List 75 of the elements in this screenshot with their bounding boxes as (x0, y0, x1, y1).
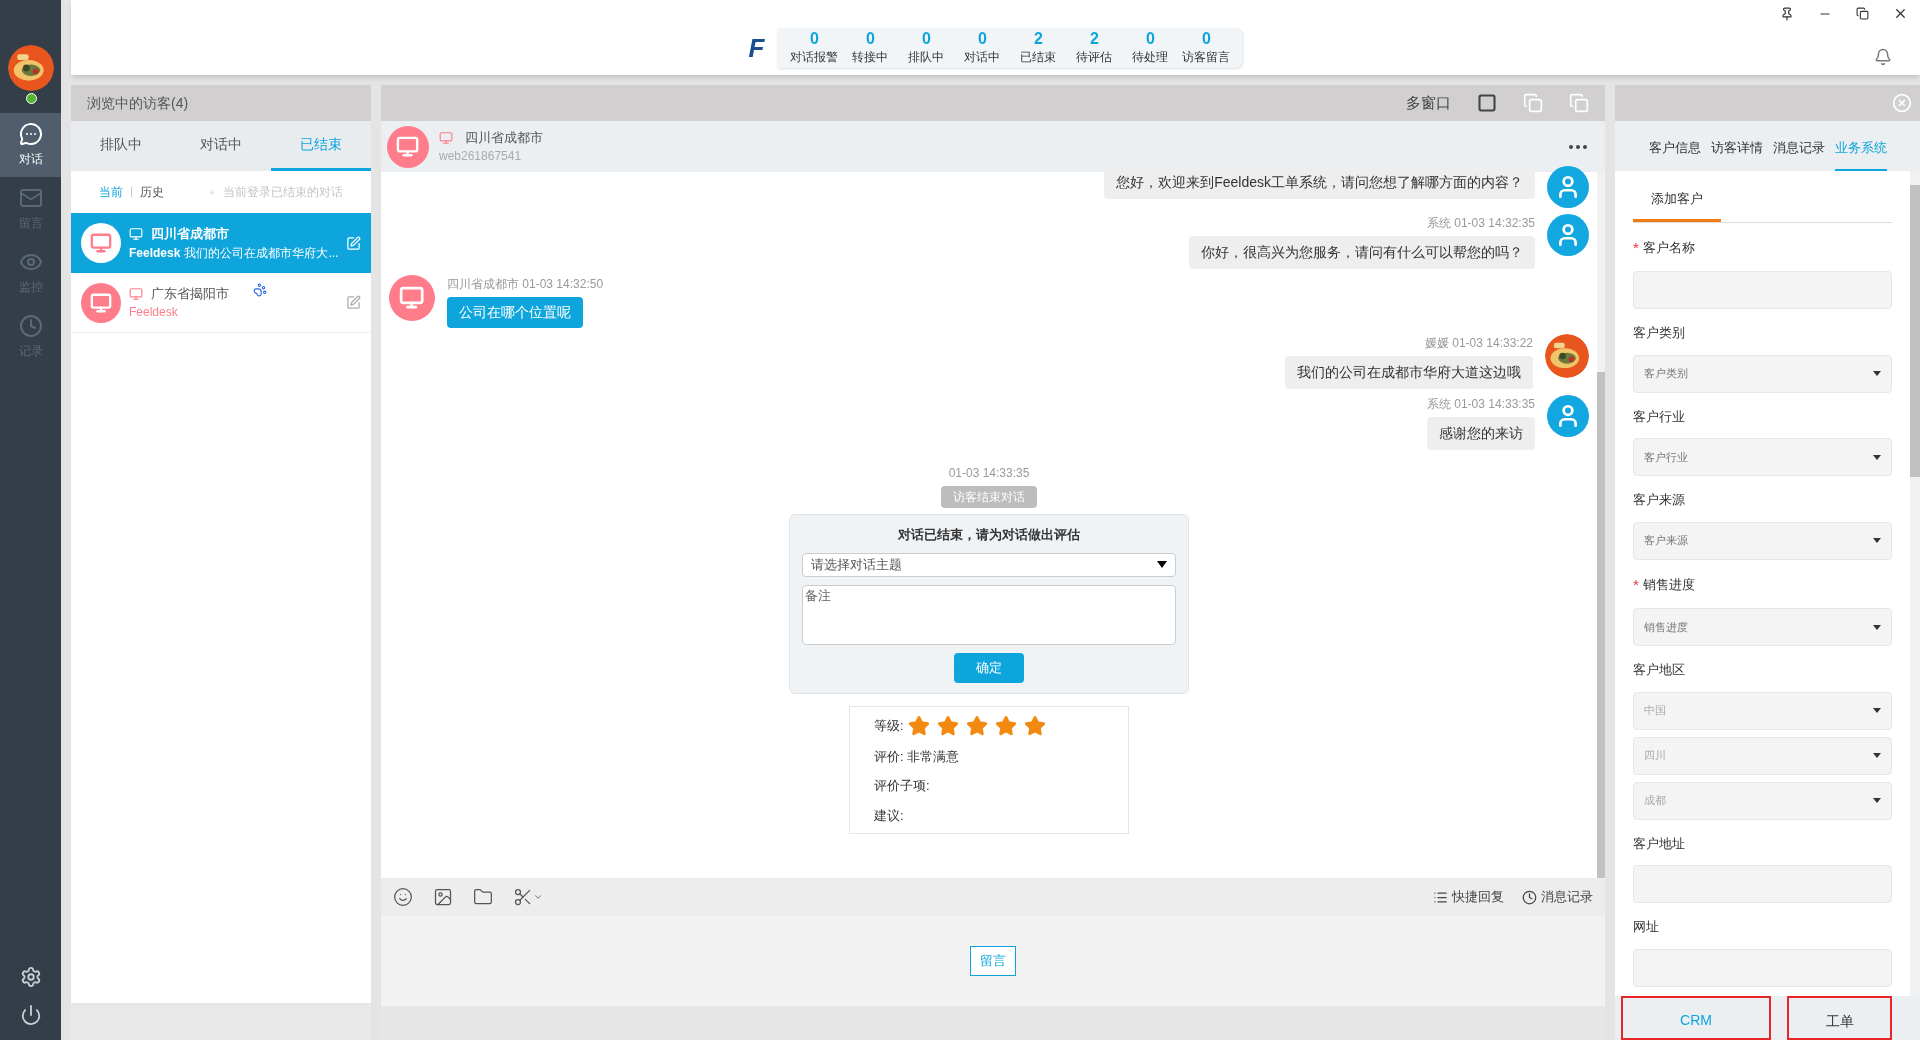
visitor-location: 四川省成都市 (465, 128, 543, 147)
visitor-source: Feeldesk (129, 244, 181, 262)
message-bubble: 你好，很高兴为您服务，请问有什么可以帮您的吗？ (1189, 236, 1535, 269)
field-label: 客户地区 (1633, 661, 1685, 679)
field-label: 客户行业 (1633, 407, 1685, 426)
stat-value: 2 (1034, 30, 1043, 48)
field-label: 销售进度 (1642, 576, 1695, 594)
visitor-item[interactable]: 四川省成都市 Feeldesk 我们的公司在成都市华府大... (71, 213, 371, 273)
field-label: 客户地址 (1633, 834, 1685, 853)
field-label: 网址 (1633, 918, 1659, 936)
logo: F (748, 31, 765, 65)
tab[interactable]: 客户信息 (1648, 137, 1701, 171)
tab[interactable]: 访客详情 (1710, 137, 1763, 171)
stat-value: 0 (866, 30, 875, 48)
stat-label: 转接中 (852, 49, 889, 66)
field-label: 客户来源 (1633, 491, 1685, 509)
visitor-location: 四川省成都市 (151, 225, 229, 244)
stat-label: 排队中 (908, 49, 945, 66)
visitor-preview: 我们的公司在成都市华府大... (184, 244, 339, 262)
note-field[interactable]: 备注 (802, 584, 1176, 645)
filter-link[interactable]: 当前 (99, 183, 123, 201)
confirm-button[interactable]: 确定 (954, 652, 1024, 683)
toolbar-link[interactable]: 消息记录 (1522, 887, 1593, 907)
select-field[interactable]: 销售进度 (1633, 608, 1892, 646)
evaluation-title: 对话已结束，请为对话做出评估 (898, 526, 1080, 544)
select-field[interactable]: 客户类别 (1633, 354, 1892, 393)
message-time: 01-03 14:33:35 (948, 465, 1030, 482)
stat-value: 0 (1202, 30, 1211, 48)
tab[interactable]: 消息记录 (1772, 137, 1825, 171)
bottom-tab[interactable]: 工单 (1787, 996, 1892, 1040)
subtab[interactable]: 添加客户 (1633, 179, 1721, 222)
field-label: 客户类别 (1633, 324, 1685, 342)
panel-title: 浏览中的访客(4) (87, 93, 189, 113)
required-mark: * (1633, 237, 1639, 258)
select-field[interactable]: 客户行业 (1633, 438, 1892, 476)
multi-window-label: 多窗口 (1406, 92, 1451, 113)
stat-value: 2 (1090, 30, 1099, 48)
message-meta: 系统 01-03 14:32:35 (1426, 215, 1535, 232)
visitor-id: web261867541 (439, 148, 523, 166)
stat-value: 0 (810, 30, 819, 48)
nav-item[interactable]: 对话 (0, 113, 61, 177)
message-bubble: 感谢您的来访 (1427, 417, 1535, 450)
tab[interactable]: 对话中 (171, 121, 271, 171)
leave-message-button[interactable]: 留言 (970, 946, 1016, 976)
tab[interactable]: 已结束 (271, 121, 371, 171)
tab[interactable]: 业务系统 (1834, 137, 1887, 171)
rating-line: 评价: 非常满意 (874, 747, 961, 766)
filter-link[interactable]: 历史 (139, 183, 164, 201)
tab[interactable]: 排队中 (71, 121, 171, 171)
grade-label: 等级: (874, 716, 904, 735)
stat-value: 0 (1146, 30, 1155, 48)
visitor-source: Feeldesk (129, 304, 178, 322)
field-label: 客户名称 (1642, 239, 1695, 257)
stat-label: 对话中 (964, 49, 1001, 66)
toolbar-link[interactable]: 快捷回复 (1433, 887, 1504, 907)
message-meta: 系统 01-03 14:33:35 (1426, 396, 1535, 413)
bottom-tab[interactable]: CRM (1621, 996, 1771, 1040)
rating-line: 评价子项: (874, 777, 931, 795)
stat-label: 访客留言 (1182, 49, 1231, 66)
stat-value: 0 (978, 30, 987, 48)
topic-select[interactable]: 请选择对话主题 (802, 552, 1176, 577)
stat-label: 对话报警 (790, 49, 839, 66)
message-meta: 四川省成都市 01-03 14:32:50 (447, 276, 604, 293)
stat-label: 待评估 (1076, 49, 1113, 66)
message-bubble: 我们的公司在成都市华府大道这边哦 (1285, 356, 1533, 389)
message-meta: 媛媛 01-03 14:33:22 (1424, 335, 1533, 352)
rating-line: 建议: (874, 806, 905, 825)
notice-label: 访客结束对话 (941, 486, 1037, 508)
stat-value: 0 (922, 30, 931, 48)
required-mark: * (1633, 574, 1639, 595)
select-field[interactable]: 客户来源 (1633, 521, 1892, 560)
message-bubble: 公司在哪个位置呢 (447, 297, 583, 328)
visitor-location: 广东省揭阳市 (151, 284, 229, 303)
stat-label: 已结束 (1020, 49, 1057, 66)
stat-label: 待处理 (1132, 49, 1169, 66)
